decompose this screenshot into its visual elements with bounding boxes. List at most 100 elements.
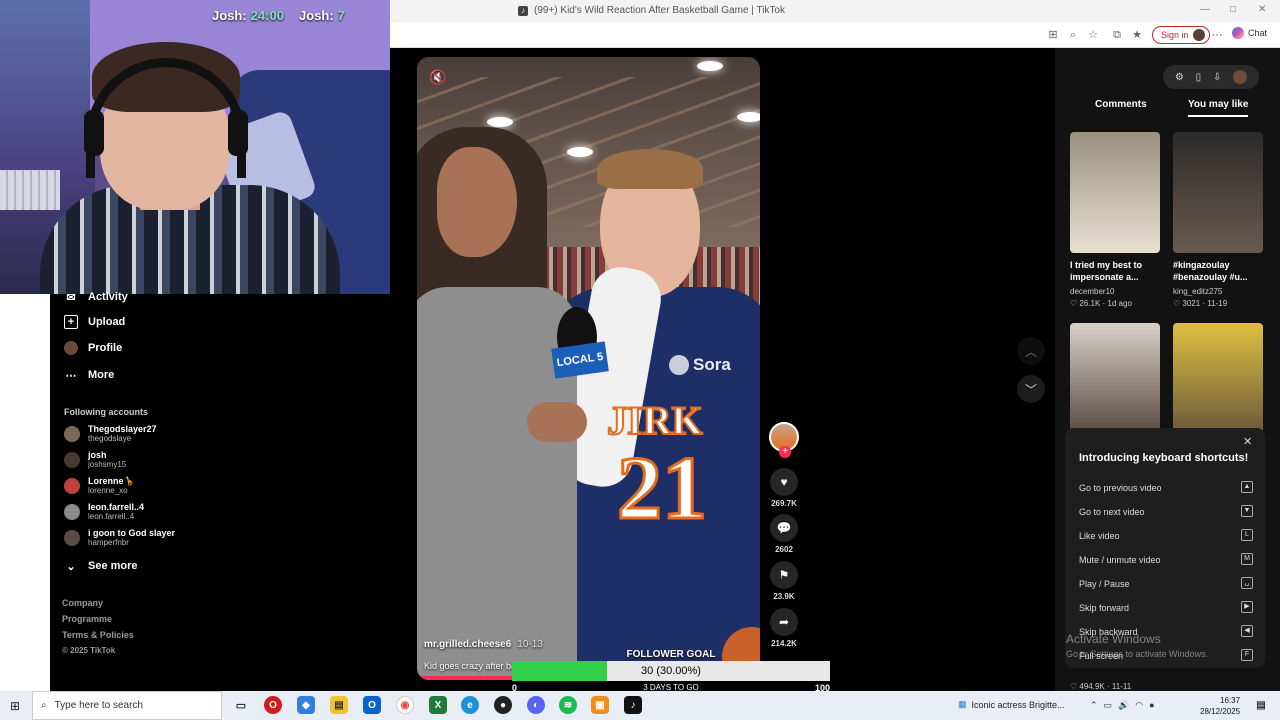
spotify-icon[interactable]: ≋ — [559, 696, 577, 714]
key-f-icon: F — [1241, 649, 1253, 661]
recommended-title[interactable]: I tried my best to impersonate a... — [1070, 259, 1162, 283]
avatar[interactable] — [1233, 70, 1248, 84]
nav-more[interactable]: ⋯ More — [64, 368, 115, 382]
tiktok-app-icon[interactable]: ♪ — [624, 696, 642, 714]
account-name: i goon to God slayer — [88, 528, 176, 538]
chat-label: Chat — [1248, 28, 1268, 38]
following-account[interactable]: Lorenne🦒 lorenne_xo — [64, 476, 135, 496]
recommended-title[interactable]: #kingazoulay #benazoulay #u... — [1173, 259, 1265, 283]
avatar — [64, 478, 80, 494]
see-more-button[interactable]: ⌄ See more — [64, 559, 138, 573]
following-account[interactable]: i goon to God slayer hamperfnbr — [64, 528, 175, 548]
close-icon[interactable]: ✕ — [1243, 435, 1252, 448]
nav-activity[interactable]: ✉ Activity — [64, 290, 127, 304]
mute-icon[interactable]: 🔇 — [429, 69, 446, 86]
notifications-icon[interactable]: ▤ — [1252, 696, 1270, 714]
see-more-label: See more — [88, 560, 138, 572]
settings-icon[interactable]: ⚙ — [1175, 72, 1184, 83]
zoom-icon[interactable]: ⌕ — [1066, 28, 1080, 42]
footer-company[interactable]: Company — [62, 598, 103, 608]
goal-title: FOLLOWER GOAL — [626, 649, 716, 660]
copilot-app-icon[interactable]: ◆ — [297, 696, 315, 714]
follow-plus-icon[interactable]: + — [779, 446, 791, 458]
recommended-likes: 26.1K — [1079, 299, 1101, 308]
share-button[interactable]: ➦ 214.2K — [768, 608, 800, 648]
next-video-button[interactable]: ﹀ — [1017, 375, 1045, 403]
avatar — [64, 504, 80, 520]
tab-you-may-like[interactable]: You may like — [1188, 99, 1249, 117]
goal-value: 30 (30.00%) — [641, 665, 701, 677]
key-m-icon: M — [1241, 553, 1253, 565]
file-explorer-icon[interactable]: ▤ — [330, 696, 348, 714]
system-tray[interactable]: ⌃ ▭ 🔊 ◠ ● — [1090, 700, 1155, 711]
extensions-icon[interactable]: ⧉ — [1110, 28, 1124, 42]
shortcut-label: Go to previous video — [1079, 483, 1162, 493]
save-button[interactable]: ⚑ 23.9K — [768, 561, 800, 601]
recommended-user[interactable]: december10 — [1070, 287, 1114, 296]
taskbar-search[interactable]: ⌕ Type here to search — [32, 691, 222, 720]
tab-comments[interactable]: Comments — [1095, 99, 1147, 110]
close-window-icon[interactable]: ✕ — [1258, 4, 1266, 15]
previous-video-button[interactable]: ︿ — [1017, 337, 1045, 365]
sora-logo-icon — [669, 355, 689, 375]
maximize-icon[interactable]: □ — [1230, 4, 1236, 15]
following-account[interactable]: Thegodslayer27 thegodslaye — [64, 424, 157, 444]
star-icon[interactable]: ☆ — [1086, 28, 1100, 42]
taskbar-clock[interactable]: 16:37 28/12/2025 — [1200, 695, 1240, 717]
video-player[interactable]: JIRK 21 Sora LOCAL 5 🔇 mr.grilled.cheese… — [417, 57, 760, 680]
signin-button[interactable]: Sign in — [1152, 26, 1210, 44]
following-account[interactable]: leon.farrell..4 leon.farrell..4 — [64, 502, 144, 522]
task-view-icon[interactable]: ▭ — [232, 696, 250, 714]
mobile-icon[interactable]: ▯ — [1196, 72, 1202, 83]
copilot-chat-button[interactable]: Chat — [1232, 27, 1267, 39]
obs-icon[interactable]: ● — [494, 696, 512, 714]
avatar — [64, 426, 80, 442]
comment-button[interactable]: 💬 2602 — [768, 514, 800, 554]
following-account[interactable]: josh joshsmy15 — [64, 450, 126, 470]
vpn-icon[interactable]: ▣ — [591, 696, 609, 714]
like-button[interactable]: ♥ 269.7K — [768, 468, 800, 508]
tab-title-area[interactable]: ♪ (99+) Kid's Wild Reaction After Basket… — [518, 5, 785, 16]
favorites-icon[interactable]: ★ — [1130, 28, 1144, 42]
nav-profile-label: Profile — [88, 342, 123, 354]
apps-icon[interactable]: ⊞ — [1046, 28, 1060, 42]
mic-icon: ● — [1149, 700, 1155, 710]
opera-icon[interactable]: O — [264, 696, 282, 714]
overlay-right-label: Josh: — [299, 8, 334, 23]
stream-overlay-right: Josh: 7 — [299, 8, 345, 23]
outlook-icon[interactable]: O — [363, 696, 381, 714]
news-widget[interactable]: ▦ Iconic actress Brigitte... — [958, 699, 1065, 710]
footer-programme[interactable]: Programme — [62, 614, 112, 624]
nav-upload-label: Upload — [88, 316, 126, 328]
minimize-icon[interactable]: — — [1200, 4, 1210, 15]
menu-dots-icon[interactable]: ⋯ — [1210, 28, 1224, 42]
download-icon[interactable]: ⇩ — [1213, 72, 1221, 83]
activate-windows-title: Activate Windows — [1066, 632, 1161, 646]
video-scene-light — [697, 61, 723, 71]
shortcuts-title: Introducing keyboard shortcuts! — [1079, 452, 1249, 464]
recommended-thumbnail[interactable] — [1173, 323, 1263, 433]
recommended-thumbnail[interactable] — [1070, 132, 1160, 253]
recommended-thumbnail[interactable] — [1070, 323, 1160, 433]
windows-start-icon[interactable]: ⊞ — [10, 699, 20, 713]
desktop-background-strip — [0, 294, 50, 691]
key-l-icon: L — [1241, 529, 1253, 541]
shortcut-label: Play / Pause — [1079, 579, 1130, 589]
nav-more-label: More — [88, 369, 115, 381]
footer-terms[interactable]: Terms & Policies — [62, 630, 134, 640]
nav-upload[interactable]: + Upload — [64, 315, 125, 329]
avatar — [1192, 29, 1205, 41]
nav-profile[interactable]: Profile — [64, 341, 122, 355]
account-handle: leon.farrell..4 — [88, 512, 135, 521]
recommended-user[interactable]: king_editz275 — [1173, 287, 1222, 296]
discord-icon[interactable]: ◐ — [527, 696, 545, 714]
news-headline: Iconic actress Brigitte... — [971, 699, 1065, 710]
chrome-icon[interactable]: ◉ — [396, 696, 414, 714]
edge-icon[interactable]: e — [461, 696, 479, 714]
key-right-icon: ▶ — [1241, 601, 1253, 613]
jersey-number: 21 — [616, 438, 709, 540]
recommended-thumbnail[interactable] — [1173, 132, 1263, 253]
excel-icon[interactable]: X — [429, 696, 447, 714]
search-icon: ⌕ — [41, 700, 47, 711]
browser-toolbar: ⊞ ⌕ ☆ ⧉ ★ Sign in ⋯ Chat — [390, 22, 1280, 48]
